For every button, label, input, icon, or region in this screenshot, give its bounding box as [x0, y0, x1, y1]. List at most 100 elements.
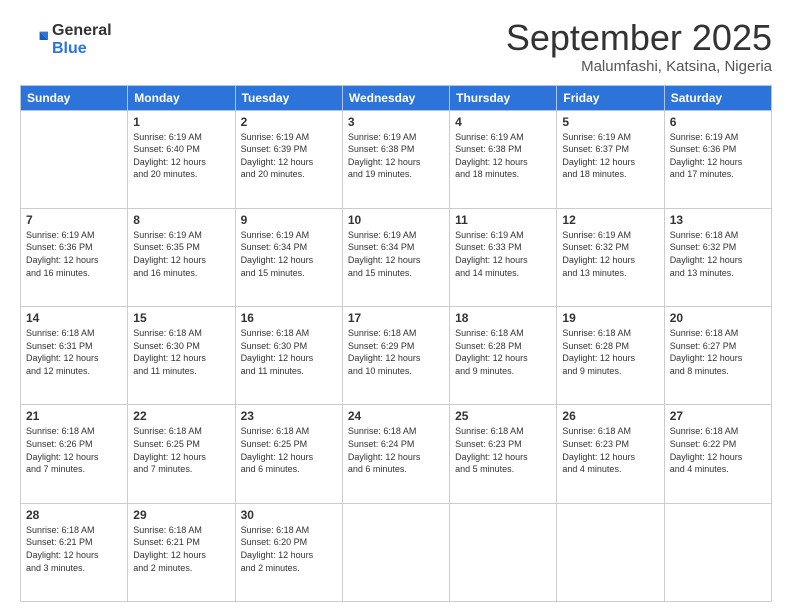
day-info: Sunrise: 6:19 AM Sunset: 6:36 PM Dayligh…: [26, 229, 122, 279]
day-info: Sunrise: 6:18 AM Sunset: 6:30 PM Dayligh…: [241, 327, 337, 377]
day-number: 17: [348, 311, 444, 325]
day-number: 11: [455, 213, 551, 227]
table-row: 4 Sunrise: 6:19 AM Sunset: 6:38 PM Daylig…: [450, 110, 557, 208]
table-row: 1Sunrise: 6:19 AM Sunset: 6:40 PM Daylig…: [128, 110, 235, 208]
day-info: Sunrise: 6:18 AM Sunset: 6:23 PM Dayligh…: [562, 425, 658, 475]
table-row: 15 Sunrise: 6:18 AM Sunset: 6:30 PM Dayli…: [128, 307, 235, 405]
day-info: Sunrise: 6:18 AM Sunset: 6:25 PM Dayligh…: [133, 425, 229, 475]
day-number: 13: [670, 213, 766, 227]
day-info: Sunrise: 6:18 AM Sunset: 6:31 PM Dayligh…: [26, 327, 122, 377]
day-info: Sunrise: 6:19 AM Sunset: 6:37 PM Dayligh…: [562, 131, 658, 181]
day-number: 18: [455, 311, 551, 325]
day-info: Sunrise: 6:18 AM Sunset: 6:21 PM Dayligh…: [26, 524, 122, 574]
table-row: 26Sunrise: 6:18 AM Sunset: 6:23 PM Dayli…: [557, 405, 664, 503]
day-info: Sunrise: 6:19 AM Sunset: 6:36 PM Dayligh…: [670, 131, 766, 181]
table-row: 14 Sunrise: 6:18 AM Sunset: 6:31 PM Dayli…: [21, 307, 128, 405]
logo-icon: [20, 26, 48, 54]
day-number: 30: [241, 508, 337, 522]
calendar-table: Sunday Monday Tuesday Wednesday Thursday…: [20, 85, 772, 602]
calendar-week-row: 21 Sunrise: 6:18 AM Sunset: 6:26 PM Dayli…: [21, 405, 772, 503]
day-number: 27: [670, 409, 766, 423]
table-row: [450, 503, 557, 601]
logo-general-text: General: [52, 22, 112, 40]
day-info: Sunrise: 6:18 AM Sunset: 6:28 PM Dayligh…: [455, 327, 551, 377]
col-wednesday: Wednesday: [342, 85, 449, 110]
day-number: 8: [133, 213, 229, 227]
day-info: Sunrise: 6:18 AM Sunset: 6:30 PM Dayligh…: [133, 327, 229, 377]
table-row: 7 Sunrise: 6:19 AM Sunset: 6:36 PM Daylig…: [21, 208, 128, 306]
day-number: 20: [670, 311, 766, 325]
day-number: 24: [348, 409, 444, 423]
day-number: 2: [241, 115, 337, 129]
table-row: 18 Sunrise: 6:18 AM Sunset: 6:28 PM Dayli…: [450, 307, 557, 405]
table-row: 11 Sunrise: 6:19 AM Sunset: 6:33 PM Dayli…: [450, 208, 557, 306]
col-friday: Friday: [557, 85, 664, 110]
day-info: Sunrise: 6:18 AM Sunset: 6:32 PM Dayligh…: [670, 229, 766, 279]
col-thursday: Thursday: [450, 85, 557, 110]
table-row: 2Sunrise: 6:19 AM Sunset: 6:39 PM Daylig…: [235, 110, 342, 208]
table-row: 17 Sunrise: 6:18 AM Sunset: 6:29 PM Dayli…: [342, 307, 449, 405]
day-number: 22: [133, 409, 229, 423]
col-saturday: Saturday: [664, 85, 771, 110]
table-row: 6 Sunrise: 6:19 AM Sunset: 6:36 PM Daylig…: [664, 110, 771, 208]
day-number: 28: [26, 508, 122, 522]
calendar-week-row: 28 Sunrise: 6:18 AM Sunset: 6:21 PM Dayli…: [21, 503, 772, 601]
header: General Blue September 2025 Malumfashi, …: [20, 18, 772, 75]
table-row: [557, 503, 664, 601]
col-sunday: Sunday: [21, 85, 128, 110]
col-tuesday: Tuesday: [235, 85, 342, 110]
table-row: [21, 110, 128, 208]
page: General Blue September 2025 Malumfashi, …: [0, 0, 792, 612]
col-monday: Monday: [128, 85, 235, 110]
table-row: 30 Sunrise: 6:18 AM Sunset: 6:20 PM Dayli…: [235, 503, 342, 601]
day-info: Sunrise: 6:18 AM Sunset: 6:29 PM Dayligh…: [348, 327, 444, 377]
day-number: 29: [133, 508, 229, 522]
table-row: 16Sunrise: 6:18 AM Sunset: 6:30 PM Dayli…: [235, 307, 342, 405]
table-row: 28 Sunrise: 6:18 AM Sunset: 6:21 PM Dayli…: [21, 503, 128, 601]
day-info: Sunrise: 6:18 AM Sunset: 6:26 PM Dayligh…: [26, 425, 122, 475]
day-number: 1: [133, 115, 229, 129]
table-row: 23Sunrise: 6:18 AM Sunset: 6:25 PM Dayli…: [235, 405, 342, 503]
day-info: Sunrise: 6:19 AM Sunset: 6:32 PM Dayligh…: [562, 229, 658, 279]
calendar-week-row: 7 Sunrise: 6:19 AM Sunset: 6:36 PM Daylig…: [21, 208, 772, 306]
table-row: 19Sunrise: 6:18 AM Sunset: 6:28 PM Dayli…: [557, 307, 664, 405]
table-row: 9Sunrise: 6:19 AM Sunset: 6:34 PM Daylig…: [235, 208, 342, 306]
day-info: Sunrise: 6:19 AM Sunset: 6:38 PM Dayligh…: [455, 131, 551, 181]
day-info: Sunrise: 6:19 AM Sunset: 6:35 PM Dayligh…: [133, 229, 229, 279]
title-block: September 2025 Malumfashi, Katsina, Nige…: [506, 18, 772, 75]
day-info: Sunrise: 6:18 AM Sunset: 6:24 PM Dayligh…: [348, 425, 444, 475]
day-info: Sunrise: 6:18 AM Sunset: 6:22 PM Dayligh…: [670, 425, 766, 475]
day-number: 7: [26, 213, 122, 227]
table-row: 27 Sunrise: 6:18 AM Sunset: 6:22 PM Dayli…: [664, 405, 771, 503]
day-number: 6: [670, 115, 766, 129]
table-row: 10Sunrise: 6:19 AM Sunset: 6:34 PM Dayli…: [342, 208, 449, 306]
day-number: 15: [133, 311, 229, 325]
location-subtitle: Malumfashi, Katsina, Nigeria: [506, 58, 772, 75]
table-row: 13 Sunrise: 6:18 AM Sunset: 6:32 PM Dayli…: [664, 208, 771, 306]
logo: General Blue: [20, 22, 112, 57]
day-info: Sunrise: 6:18 AM Sunset: 6:27 PM Dayligh…: [670, 327, 766, 377]
day-number: 4: [455, 115, 551, 129]
calendar-week-row: 1Sunrise: 6:19 AM Sunset: 6:40 PM Daylig…: [21, 110, 772, 208]
logo-text: General Blue: [52, 22, 112, 57]
day-info: Sunrise: 6:18 AM Sunset: 6:21 PM Dayligh…: [133, 524, 229, 574]
table-row: 22 Sunrise: 6:18 AM Sunset: 6:25 PM Dayli…: [128, 405, 235, 503]
table-row: 12Sunrise: 6:19 AM Sunset: 6:32 PM Dayli…: [557, 208, 664, 306]
day-info: Sunrise: 6:19 AM Sunset: 6:34 PM Dayligh…: [348, 229, 444, 279]
day-number: 21: [26, 409, 122, 423]
table-row: 21 Sunrise: 6:18 AM Sunset: 6:26 PM Dayli…: [21, 405, 128, 503]
table-row: 3Sunrise: 6:19 AM Sunset: 6:38 PM Daylig…: [342, 110, 449, 208]
day-number: 5: [562, 115, 658, 129]
day-info: Sunrise: 6:18 AM Sunset: 6:23 PM Dayligh…: [455, 425, 551, 475]
calendar-header-row: Sunday Monday Tuesday Wednesday Thursday…: [21, 85, 772, 110]
day-info: Sunrise: 6:19 AM Sunset: 6:33 PM Dayligh…: [455, 229, 551, 279]
table-row: 20 Sunrise: 6:18 AM Sunset: 6:27 PM Dayli…: [664, 307, 771, 405]
table-row: 5 Sunrise: 6:19 AM Sunset: 6:37 PM Daylig…: [557, 110, 664, 208]
table-row: 29 Sunrise: 6:18 AM Sunset: 6:21 PM Dayli…: [128, 503, 235, 601]
day-info: Sunrise: 6:18 AM Sunset: 6:20 PM Dayligh…: [241, 524, 337, 574]
table-row: [342, 503, 449, 601]
table-row: 24 Sunrise: 6:18 AM Sunset: 6:24 PM Dayli…: [342, 405, 449, 503]
day-number: 14: [26, 311, 122, 325]
day-info: Sunrise: 6:18 AM Sunset: 6:28 PM Dayligh…: [562, 327, 658, 377]
day-number: 25: [455, 409, 551, 423]
